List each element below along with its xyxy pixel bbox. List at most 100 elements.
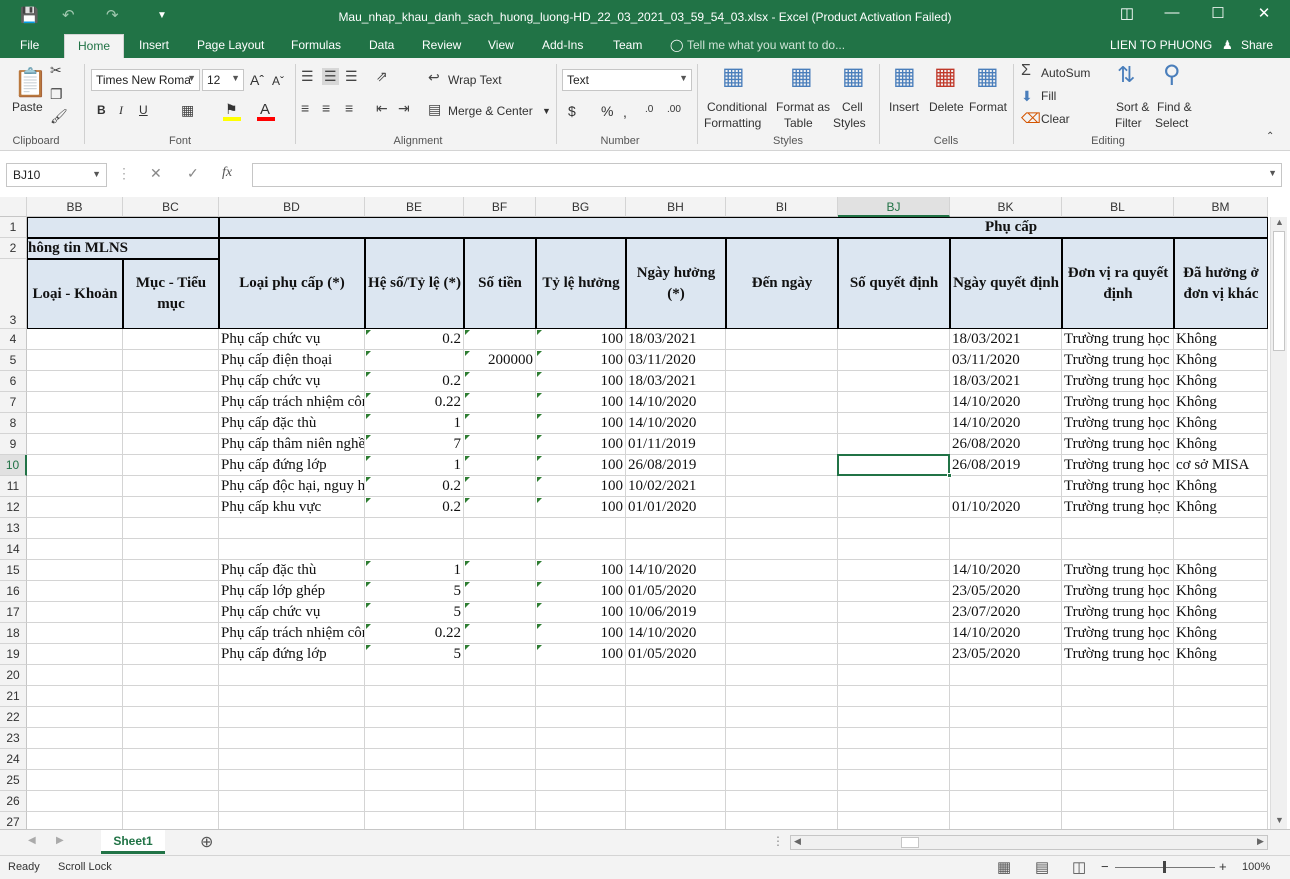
column-header-bc[interactable]: BC xyxy=(123,197,219,217)
grid-cell[interactable] xyxy=(626,707,726,728)
grid-cell[interactable] xyxy=(536,707,626,728)
row-header-12[interactable]: 12 xyxy=(0,497,27,518)
grid-cell[interactable] xyxy=(219,539,365,560)
header-don-vi[interactable]: Đơn vị ra quyết định xyxy=(1062,238,1174,329)
cell-bl-row[interactable]: Trường trung học xyxy=(1062,392,1174,413)
grid-cell[interactable] xyxy=(626,728,726,749)
sheet-tab-sheet1[interactable]: Sheet1 xyxy=(101,830,165,854)
decrease-indent-icon[interactable]: ⇤ xyxy=(376,100,388,117)
grid-cell[interactable] xyxy=(838,476,950,497)
font-name-combo[interactable]: Times New Roma ▼ xyxy=(91,69,200,91)
grid-cell[interactable] xyxy=(123,791,219,812)
grid-cell[interactable] xyxy=(27,581,123,602)
grid-cell[interactable] xyxy=(838,350,950,371)
normal-view-icon[interactable]: ▦ xyxy=(997,858,1011,876)
grid-cell[interactable] xyxy=(365,728,464,749)
grid-cell[interactable] xyxy=(838,539,950,560)
align-middle-icon[interactable]: ☰ xyxy=(322,68,339,85)
sort-filter-icon[interactable]: ⇅ xyxy=(1117,62,1135,88)
cell-bm-row[interactable]: Không xyxy=(1174,392,1268,413)
grid-cell[interactable] xyxy=(626,686,726,707)
grid-cell[interactable] xyxy=(123,770,219,791)
grid-cell[interactable] xyxy=(726,665,838,686)
cell-bk-row[interactable]: 26/08/2019 xyxy=(950,455,1062,476)
grid-cell[interactable] xyxy=(27,329,123,350)
paste-icon[interactable]: 📋 xyxy=(13,66,48,99)
cell-bl-row[interactable]: Trường trung học xyxy=(1062,581,1174,602)
grid-cell[interactable] xyxy=(726,518,838,539)
grid-cell[interactable] xyxy=(1062,518,1174,539)
grid-cell[interactable] xyxy=(27,371,123,392)
row-header-9[interactable]: 9 xyxy=(0,434,27,455)
cell-bh-row[interactable]: 14/10/2020 xyxy=(626,560,726,581)
grid-cell[interactable] xyxy=(536,749,626,770)
grid-cell[interactable] xyxy=(838,371,950,392)
grid-cell[interactable] xyxy=(27,749,123,770)
header-ngay-quyet-dinh[interactable]: Ngày quyết định xyxy=(950,238,1062,329)
close-icon[interactable]: ✕ xyxy=(1241,4,1287,22)
row-header-7[interactable]: 7 xyxy=(0,392,27,413)
grid-cell[interactable] xyxy=(27,539,123,560)
grid-cell[interactable] xyxy=(365,707,464,728)
chevron-down-icon[interactable]: ▼ xyxy=(92,169,101,179)
column-header-bb[interactable]: BB xyxy=(27,197,123,217)
cell-bm-row[interactable]: Không xyxy=(1174,413,1268,434)
comma-style-icon[interactable]: , xyxy=(623,104,627,120)
grid-cell[interactable] xyxy=(1062,686,1174,707)
row-header-15[interactable]: 15 xyxy=(0,560,27,581)
grid-cell[interactable] xyxy=(464,518,536,539)
grid-cell[interactable] xyxy=(1174,749,1268,770)
cell-bk-row[interactable]: 03/11/2020 xyxy=(950,350,1062,371)
grid-cell[interactable] xyxy=(726,329,838,350)
grid-cell[interactable] xyxy=(726,413,838,434)
cell-bg-row[interactable]: 100 xyxy=(536,602,626,623)
row-header-16[interactable]: 16 xyxy=(0,581,27,602)
row-header-20[interactable]: 20 xyxy=(0,665,27,686)
grid-cell[interactable] xyxy=(726,707,838,728)
row-header-24[interactable]: 24 xyxy=(0,749,27,770)
chevron-down-icon[interactable]: ▼ xyxy=(542,106,551,116)
cell-bd-row[interactable]: Phụ cấp chức vụ xyxy=(219,602,365,623)
cell-bm-row[interactable]: Không xyxy=(1174,560,1268,581)
grid-cell[interactable] xyxy=(838,749,950,770)
cell-bg-row[interactable]: 100 xyxy=(536,329,626,350)
cell-be-row[interactable]: 0.2 xyxy=(365,371,464,392)
grid-cell[interactable] xyxy=(536,518,626,539)
cell-bm-row[interactable]: cơ sở MISA xyxy=(1174,455,1268,476)
fill-handle[interactable] xyxy=(947,473,952,478)
format-as-table-icon[interactable]: ▦ xyxy=(790,62,813,91)
grid-cell[interactable] xyxy=(838,728,950,749)
cell-bh-row[interactable]: 01/05/2020 xyxy=(626,644,726,665)
active-cell-bj10[interactable] xyxy=(837,454,950,476)
grid-cell[interactable] xyxy=(838,413,950,434)
grid-cell[interactable] xyxy=(27,518,123,539)
grid-cell[interactable] xyxy=(365,791,464,812)
conditional-formatting-icon[interactable]: ▦ xyxy=(722,62,745,91)
grid-cell[interactable] xyxy=(1174,686,1268,707)
tab-add-ins[interactable]: Add-Ins xyxy=(542,38,583,52)
cell-bh-row[interactable]: 26/08/2019 xyxy=(626,455,726,476)
grid-cell[interactable] xyxy=(838,434,950,455)
grid-cell[interactable] xyxy=(1174,770,1268,791)
grid-cell[interactable] xyxy=(27,644,123,665)
zoom-in-icon[interactable]: + xyxy=(1219,859,1227,874)
cell-bm-row[interactable]: Không xyxy=(1174,644,1268,665)
grid-cell[interactable] xyxy=(726,476,838,497)
header-da-huong[interactable]: Đã hưởng ở đơn vị khác xyxy=(1174,238,1268,329)
cell-bl-row[interactable]: Trường trung học xyxy=(1062,476,1174,497)
cell-bl-row[interactable]: Trường trung học xyxy=(1062,413,1174,434)
cancel-entry-icon[interactable]: ✕ xyxy=(150,165,162,182)
cell-bg-row[interactable]: 100 xyxy=(536,350,626,371)
cell-bf-row[interactable] xyxy=(464,560,536,581)
cell-styles-icon[interactable]: ▦ xyxy=(842,62,865,91)
cell-be-row[interactable]: 0.22 xyxy=(365,392,464,413)
grid-cell[interactable] xyxy=(464,665,536,686)
grid-cell[interactable] xyxy=(536,665,626,686)
format-cells-button[interactable]: Format xyxy=(969,100,1007,114)
cell-bg-row[interactable]: 100 xyxy=(536,413,626,434)
grid-cell[interactable] xyxy=(27,665,123,686)
next-sheet-icon[interactable]: ▶ xyxy=(56,835,64,846)
grid-cell[interactable] xyxy=(365,539,464,560)
insert-cells-icon[interactable]: ▦ xyxy=(893,62,916,91)
cell-bh-row[interactable]: 01/01/2020 xyxy=(626,497,726,518)
